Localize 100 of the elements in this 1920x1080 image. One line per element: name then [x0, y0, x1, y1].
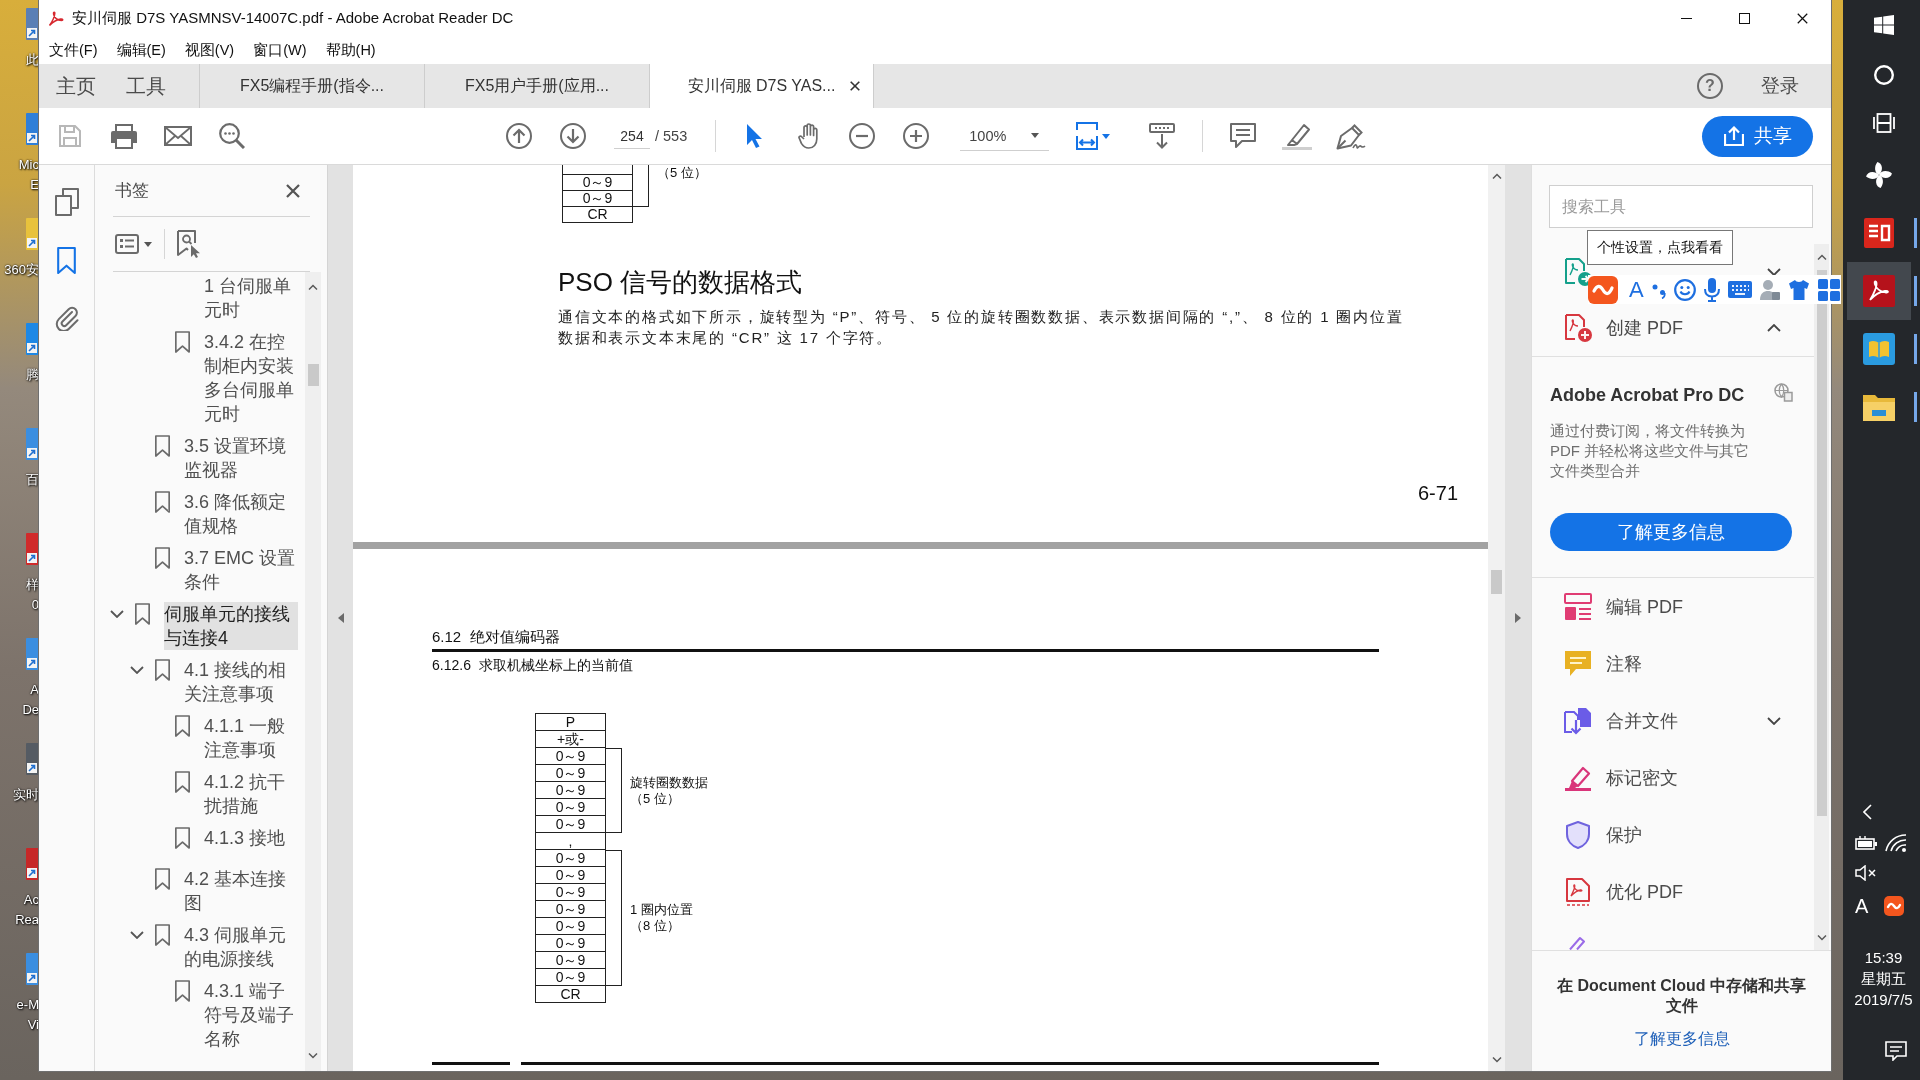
bookmark-icon[interactable]: [57, 246, 76, 274]
chevron-icon[interactable]: [130, 666, 144, 674]
close-icon[interactable]: [286, 183, 300, 198]
chevron-icon[interactable]: [1767, 324, 1781, 332]
tool-item[interactable]: 合并文件: [1532, 692, 1814, 749]
tool-item[interactable]: 保护: [1532, 806, 1814, 863]
maximize-icon[interactable]: [1738, 13, 1750, 24]
zoom-dropdown[interactable]: 100%: [960, 121, 1050, 151]
zoom-in-icon[interactable]: [903, 123, 930, 149]
page-number-field[interactable]: 254: [614, 123, 650, 149]
tool-item[interactable]: 编辑 PDF: [1532, 578, 1814, 635]
tool-item[interactable]: 创建 PDF: [1532, 300, 1814, 356]
bookmark-item[interactable]: 4.1.1 一般注意事项: [204, 714, 298, 762]
caret-right-icon[interactable]: [1515, 613, 1521, 623]
bookmark-search-icon[interactable]: [177, 230, 201, 258]
notification-icon[interactable]: [1885, 1041, 1907, 1061]
ring-icon[interactable]: [1873, 65, 1894, 85]
pointer-icon[interactable]: [745, 124, 763, 148]
ime-logo-icon[interactable]: [1884, 896, 1905, 916]
clock-time[interactable]: 15:39: [1864, 947, 1903, 968]
tool-item[interactable]: 注释: [1532, 635, 1814, 692]
close-icon[interactable]: [1796, 13, 1808, 24]
mode-toggle[interactable]: A: [1629, 277, 1644, 302]
input-mode-indicator[interactable]: A: [1855, 894, 1869, 918]
nav-tab[interactable]: 主页: [41, 64, 111, 108]
chevron-icon[interactable]: [1767, 716, 1781, 725]
bookmark-item[interactable]: 3.5 设置环境监视器: [184, 434, 298, 482]
share-button[interactable]: 共享: [1702, 115, 1813, 157]
scrollbar-thumb[interactable]: [1491, 570, 1502, 594]
search-field[interactable]: 搜索工具: [1549, 185, 1813, 228]
caret-icon[interactable]: [1031, 133, 1040, 138]
tool-item[interactable]: 标记密文: [1532, 749, 1814, 806]
microphone-icon[interactable]: [1703, 277, 1720, 302]
minimize-icon[interactable]: [1680, 18, 1692, 19]
bookmark-item[interactable]: 伺服单元的接线与连接4: [164, 602, 298, 650]
zoom-out-icon[interactable]: [849, 123, 876, 149]
tool-item[interactable]: 优化 PDF: [1532, 863, 1814, 920]
caret-left-icon[interactable]: [337, 613, 344, 623]
bookmark-item[interactable]: 4.1.3 接地: [204, 826, 298, 850]
pages-icon[interactable]: [54, 188, 79, 216]
bookmark-item[interactable]: 3.6 降低额定值规格: [184, 490, 298, 538]
close-icon[interactable]: [850, 81, 860, 91]
grid-icon[interactable]: [1817, 278, 1840, 301]
shortcut-label: Rea: [15, 911, 39, 929]
mute-icon[interactable]: [1855, 865, 1877, 881]
highlighter-icon[interactable]: [1282, 122, 1313, 150]
task-view-icon[interactable]: [1872, 113, 1895, 133]
wifi-icon[interactable]: [1885, 834, 1907, 852]
menu-item[interactable]: 文件(F): [49, 41, 98, 60]
nav-tab[interactable]: 工具: [111, 64, 181, 108]
print-icon[interactable]: [110, 123, 138, 149]
learn-more-link[interactable]: 了解更多信息: [1633, 1029, 1730, 1050]
taskbar-button[interactable]: [1847, 262, 1911, 320]
sign-in-button[interactable]: 登录: [1761, 64, 1799, 108]
bookmark-item[interactable]: 4.3.1 端子符号及端子名称: [204, 979, 298, 1051]
chevron-icon[interactable]: [1767, 268, 1781, 276]
mail-icon[interactable]: [164, 126, 192, 146]
menu-item[interactable]: 视图(V): [184, 41, 235, 60]
menu-item[interactable]: 编辑(E): [116, 41, 166, 60]
help-button[interactable]: ?: [1697, 73, 1723, 99]
hand-icon[interactable]: [798, 123, 819, 149]
scroll-down-icon[interactable]: [1491, 1057, 1502, 1063]
scroll-down-icon[interactable]: [308, 1053, 318, 1059]
scroll-up-icon[interactable]: [308, 284, 318, 290]
menu-item[interactable]: 窗口(W): [253, 41, 307, 60]
bookmark-item[interactable]: 4.1.2 抗干扰措施: [204, 770, 298, 818]
scroll-up-icon[interactable]: [1816, 254, 1827, 260]
list-icon[interactable]: [115, 234, 139, 254]
caret-icon[interactable]: [144, 241, 152, 247]
shirt-icon[interactable]: [1787, 279, 1810, 300]
bookmark-item[interactable]: 1 台伺服单元时: [204, 274, 298, 322]
bookmark-item[interactable]: 3.4.2 在控制柜内安装多台伺服单元时: [204, 330, 298, 426]
paperclip-icon[interactable]: [54, 305, 79, 331]
scrollbar-thumb[interactable]: [1816, 270, 1827, 816]
clock-weekday[interactable]: 星期五: [1861, 968, 1906, 989]
caret-icon[interactable]: [1102, 133, 1111, 139]
search-icon[interactable]: [219, 123, 245, 149]
chevron-icon[interactable]: [130, 931, 144, 939]
chevron-icon[interactable]: [110, 610, 124, 618]
battery-icon[interactable]: [1855, 836, 1877, 850]
scroll-down-icon[interactable]: [1816, 935, 1827, 941]
scroll-mode-icon[interactable]: [1149, 123, 1176, 149]
document-tab[interactable]: 安川伺服 D7S YAS...: [649, 64, 874, 108]
menu-item[interactable]: 帮助(H): [325, 41, 376, 60]
chevron-left-icon[interactable]: [1863, 804, 1872, 820]
keyboard-icon[interactable]: [1727, 281, 1752, 298]
document-tab[interactable]: FX5编程手册(指令...: [199, 64, 424, 108]
start-icon[interactable]: [1873, 15, 1894, 35]
learn-more-button[interactable]: 了解更多信息: [1550, 513, 1792, 551]
smiley-icon[interactable]: [1673, 278, 1696, 301]
fit-page-icon[interactable]: [1076, 122, 1099, 150]
bookmark-item[interactable]: 4.2 基本连接图: [184, 867, 298, 915]
bookmark-item[interactable]: 4.1 接线的相关注意事项: [184, 658, 298, 706]
comment-icon[interactable]: [1230, 123, 1257, 149]
pen-nib-icon[interactable]: [1336, 122, 1367, 150]
bookmark-item[interactable]: 3.7 EMC 设置条件: [184, 546, 298, 594]
bookmark-item[interactable]: 4.3 伺服单元的电源接线: [184, 923, 298, 971]
scrollbar-thumb[interactable]: [307, 364, 319, 386]
scroll-up-icon[interactable]: [1491, 173, 1502, 179]
clock-date[interactable]: 2019/7/5: [1854, 989, 1913, 1010]
